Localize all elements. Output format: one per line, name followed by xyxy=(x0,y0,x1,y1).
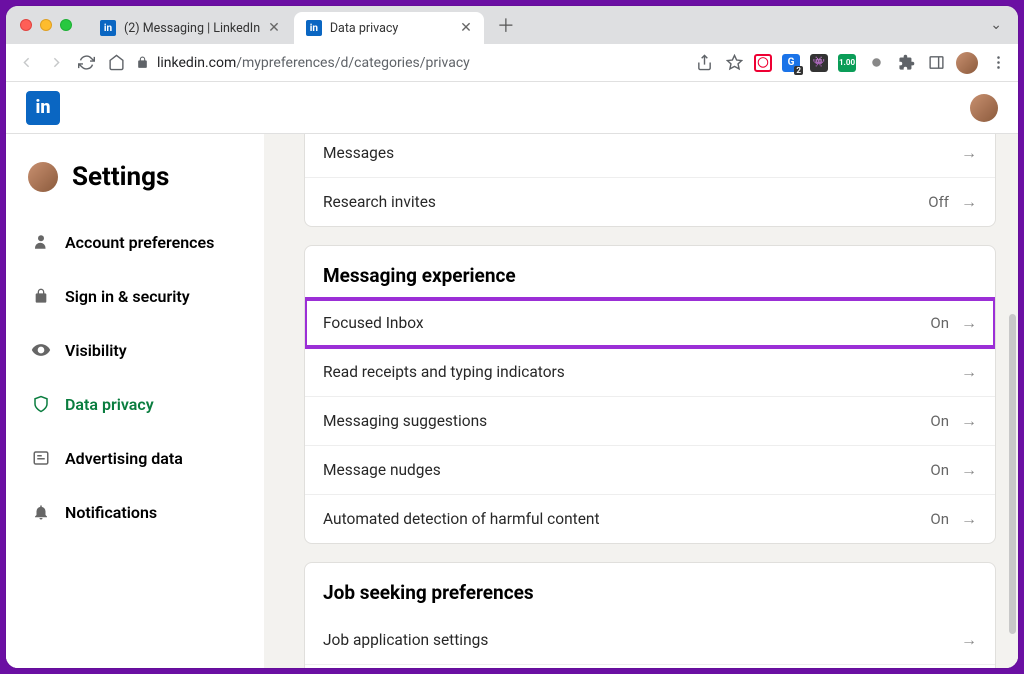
page-title: Settings xyxy=(72,162,169,192)
setting-row-message-nudges[interactable]: Message nudges On → xyxy=(305,445,995,494)
setting-row-research-invites[interactable]: Research invites Off → xyxy=(305,177,995,226)
lock-icon xyxy=(136,56,149,69)
close-tab-icon[interactable]: ✕ xyxy=(460,20,472,36)
sidebar-item-visibility[interactable]: Visibility xyxy=(22,326,260,374)
arrow-right-icon: → xyxy=(961,362,977,382)
bell-icon xyxy=(31,502,51,522)
setting-value: On xyxy=(930,461,949,479)
person-icon xyxy=(31,232,51,252)
me-avatar[interactable] xyxy=(970,94,998,122)
browser-toolbar: linkedin.com/mypreferences/d/categories/… xyxy=(6,44,1018,82)
linkedin-favicon-icon: in xyxy=(306,20,322,36)
setting-label: Message nudges xyxy=(323,461,441,479)
browser-menu-icon[interactable] xyxy=(988,53,1008,73)
sidebar-item-label: Visibility xyxy=(65,341,127,360)
setting-label: Messages xyxy=(323,144,394,162)
arrow-right-icon: → xyxy=(961,313,977,333)
settings-card-messaging-experience: Messaging experience Focused Inbox On → R… xyxy=(304,245,996,544)
shield-icon xyxy=(31,394,51,414)
tab-overflow-icon[interactable]: ⌄ xyxy=(982,17,1010,33)
sidebar-item-signin-security[interactable]: Sign in & security xyxy=(22,272,260,320)
sidebar-item-data-privacy[interactable]: Data privacy xyxy=(22,380,260,428)
extension-icon[interactable] xyxy=(866,53,886,73)
sidebar-item-notifications[interactable]: Notifications xyxy=(22,488,260,536)
setting-row-messaging-suggestions[interactable]: Messaging suggestions On → xyxy=(305,396,995,445)
bookmark-icon[interactable] xyxy=(724,53,744,73)
browser-tabstrip: in (2) Messaging | LinkedIn ✕ in Data pr… xyxy=(6,6,1018,44)
extension-icon[interactable]: 👾 xyxy=(810,54,828,72)
profile-avatar-icon[interactable] xyxy=(956,52,978,74)
settings-header: Settings xyxy=(22,154,260,212)
arrow-right-icon: → xyxy=(961,192,977,212)
setting-row-focused-inbox[interactable]: Focused Inbox On → xyxy=(305,299,995,347)
setting-label: Messaging suggestions xyxy=(323,412,487,430)
browser-tab-messaging[interactable]: in (2) Messaging | LinkedIn ✕ xyxy=(88,12,292,44)
tab-title: Data privacy xyxy=(330,21,452,36)
arrow-right-icon: → xyxy=(961,460,977,480)
setting-value: Off xyxy=(928,193,949,211)
arrow-right-icon: → xyxy=(961,411,977,431)
address-bar[interactable]: linkedin.com/mypreferences/d/categories/… xyxy=(136,55,684,71)
settings-panel[interactable]: Messages → Research invites Off → Messagi… xyxy=(264,134,1018,668)
sidebar-item-label: Data privacy xyxy=(65,395,154,414)
extension-icon[interactable]: ◯ xyxy=(754,54,772,72)
settings-card: Messages → Research invites Off → xyxy=(304,134,996,227)
setting-value: On xyxy=(930,314,949,332)
setting-row-harmful-content[interactable]: Automated detection of harmful content O… xyxy=(305,494,995,543)
newspaper-icon xyxy=(31,448,51,468)
new-tab-button[interactable]: ＋ xyxy=(492,11,520,39)
section-title: Job seeking preferences xyxy=(305,563,995,616)
linkedin-favicon-icon: in xyxy=(100,20,116,36)
lock-icon xyxy=(31,286,51,306)
arrow-right-icon: → xyxy=(961,509,977,529)
arrow-right-icon: → xyxy=(961,630,977,650)
share-icon[interactable] xyxy=(694,53,714,73)
extension-icon[interactable]: 1.00 xyxy=(838,54,856,72)
setting-label: Research invites xyxy=(323,193,436,211)
avatar-icon xyxy=(28,162,58,192)
reload-button[interactable] xyxy=(76,53,96,73)
forward-button[interactable] xyxy=(46,53,66,73)
setting-label: Job application settings xyxy=(323,631,488,649)
setting-row-job-application-settings[interactable]: Job application settings → xyxy=(305,616,995,664)
setting-label: Focused Inbox xyxy=(323,314,424,332)
extensions-menu-icon[interactable] xyxy=(896,53,916,73)
setting-row-messages[interactable]: Messages → xyxy=(305,134,995,177)
setting-label: Read receipts and typing indicators xyxy=(323,363,565,381)
browser-tab-data-privacy[interactable]: in Data privacy ✕ xyxy=(294,12,484,44)
sidebar-item-account-preferences[interactable]: Account preferences xyxy=(22,218,260,266)
sidebar-item-label: Advertising data xyxy=(65,449,183,468)
sidebar-item-label: Account preferences xyxy=(65,233,214,252)
settings-card-job-seeking: Job seeking preferences Job application … xyxy=(304,562,996,668)
back-button[interactable] xyxy=(16,53,36,73)
linkedin-logo-icon[interactable]: in xyxy=(26,91,60,125)
close-window-icon[interactable] xyxy=(20,19,32,31)
sidebar-item-label: Sign in & security xyxy=(65,287,190,306)
tab-title: (2) Messaging | LinkedIn xyxy=(124,21,260,36)
eye-icon xyxy=(31,340,51,360)
window-controls xyxy=(20,19,72,31)
minimize-window-icon[interactable] xyxy=(40,19,52,31)
setting-row-share-profile-apply[interactable]: Share your profile when you click Apply … xyxy=(305,664,995,668)
setting-label: Automated detection of harmful content xyxy=(323,510,600,528)
arrow-right-icon: → xyxy=(961,143,977,163)
setting-value: On xyxy=(930,412,949,430)
url-path: /mypreferences/d/categories/privacy xyxy=(236,55,470,71)
extension-icon[interactable]: G2 xyxy=(782,54,800,72)
sidebar-item-label: Notifications xyxy=(65,503,157,522)
sidebar-item-advertising-data[interactable]: Advertising data xyxy=(22,434,260,482)
extensions-row: ◯ G2 👾 1.00 xyxy=(754,52,1008,74)
settings-sidebar: Settings Account preferences Sign in & s… xyxy=(6,134,264,668)
url-host: linkedin.com xyxy=(157,55,236,71)
home-button[interactable] xyxy=(106,53,126,73)
scrollbar-thumb[interactable] xyxy=(1009,314,1016,634)
setting-value: On xyxy=(930,510,949,528)
setting-row-read-receipts[interactable]: Read receipts and typing indicators → xyxy=(305,347,995,396)
maximize-window-icon[interactable] xyxy=(60,19,72,31)
close-tab-icon[interactable]: ✕ xyxy=(268,20,280,36)
linkedin-topbar: in xyxy=(6,82,1018,134)
side-panel-icon[interactable] xyxy=(926,53,946,73)
section-title: Messaging experience xyxy=(305,246,995,299)
